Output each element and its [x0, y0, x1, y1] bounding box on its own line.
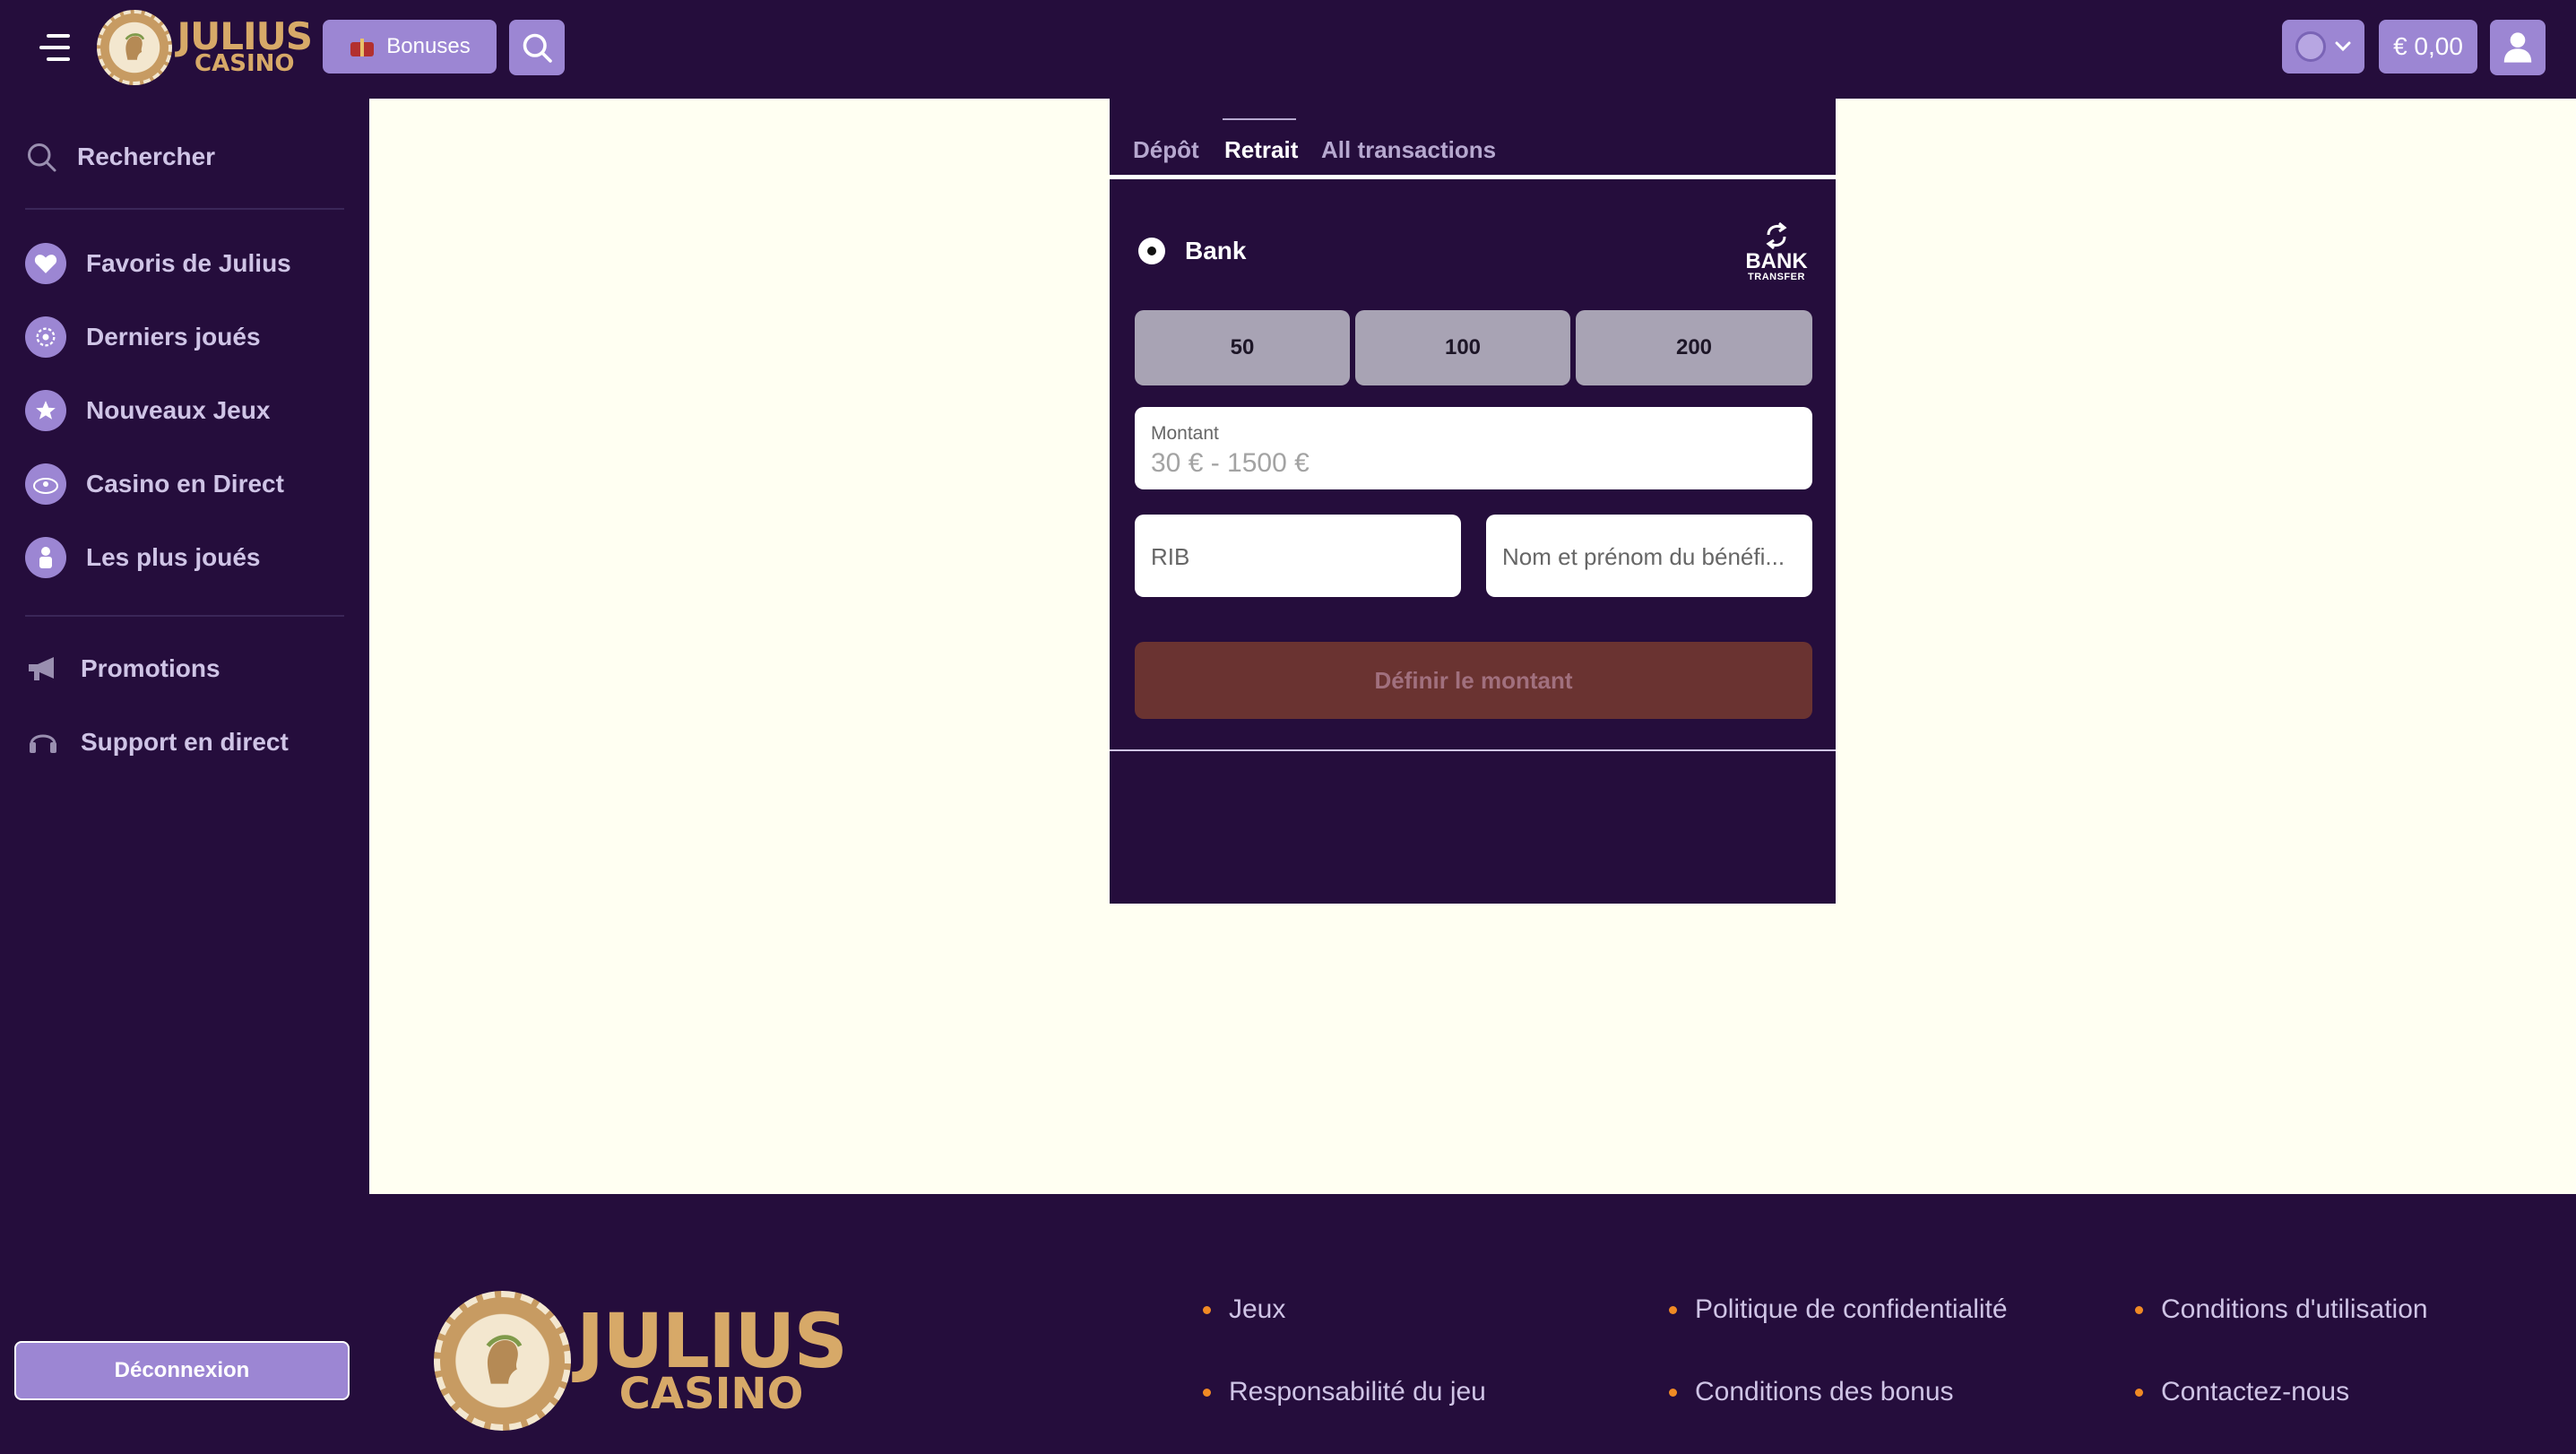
- sidebar-item-nouveaux-jeux[interactable]: Nouveaux Jeux: [25, 387, 270, 434]
- footer-link-politique[interactable]: Politique de confidentialité: [1669, 1294, 2008, 1325]
- sidebar-item-label: Support en direct: [81, 728, 289, 756]
- language-selector[interactable]: [2282, 20, 2364, 74]
- footer: JULIUS CASINO Jeux Politique de confiden…: [369, 1194, 2576, 1454]
- live-casino-icon: [25, 463, 66, 505]
- sidebar-item-promotions[interactable]: Promotions: [25, 645, 220, 692]
- search-icon: [523, 33, 552, 63]
- footer-link-contact[interactable]: Contactez-nous: [2135, 1377, 2349, 1407]
- sidebar-item-label: Nouveaux Jeux: [86, 396, 271, 424]
- cashier-panel: Dépôt Retrait All transactions Bank BANK…: [1110, 99, 1836, 904]
- sidebar-item-label: Derniers joués: [86, 323, 261, 351]
- search-icon: [28, 143, 56, 172]
- amount-100-button[interactable]: 100: [1355, 310, 1570, 385]
- sidebar-item-label: Les plus joués: [86, 543, 261, 571]
- footer-logo-line2: CASINO: [618, 1369, 804, 1420]
- sidebar-item-label: Promotions: [81, 654, 220, 682]
- megaphone-icon: [25, 651, 61, 687]
- bank-transfer-logo: BANK TRANSFER: [1742, 221, 1811, 282]
- tab-depot[interactable]: Dépôt: [1133, 136, 1199, 173]
- bullet-icon: [1669, 1388, 1677, 1397]
- sidebar-search[interactable]: Rechercher: [25, 134, 215, 179]
- amount-200-button[interactable]: 200: [1576, 310, 1812, 385]
- footer-link-conditions-bonus[interactable]: Conditions des bonus: [1669, 1377, 1954, 1407]
- recent-icon: [25, 316, 66, 358]
- footer-julius-casino-logo[interactable]: JULIUS CASINO: [434, 1289, 848, 1432]
- menu-icon[interactable]: [39, 34, 70, 61]
- sidebar-item-casino-en-direct[interactable]: Casino en Direct: [25, 461, 284, 507]
- method-label: Bank: [1185, 237, 1247, 264]
- sidebar-item-label: Favoris de Julius: [86, 249, 291, 277]
- logo-line1: JULIUS: [177, 14, 313, 59]
- footer-link-label: Responsabilité du jeu: [1229, 1377, 1486, 1406]
- sidebar-item-label: Casino en Direct: [86, 470, 284, 498]
- rib-placeholder: RIB: [1151, 543, 1190, 570]
- globe-icon: [2295, 31, 2326, 62]
- transfer-arrows-icon: [1766, 221, 1787, 249]
- footer-link-label: Contactez-nous: [2161, 1377, 2350, 1406]
- bullet-icon: [2135, 1388, 2143, 1397]
- sidebar-item-derniers-joues[interactable]: Derniers joués: [25, 314, 261, 360]
- amount-50-button[interactable]: 50: [1135, 310, 1350, 385]
- montant-label: Montant: [1151, 423, 1219, 444]
- panel-divider: [1110, 749, 1836, 751]
- bullet-icon: [2135, 1305, 2143, 1314]
- star-icon: [25, 390, 66, 431]
- sidebar-item-les-plus-joues[interactable]: Les plus joués: [25, 534, 261, 581]
- rib-input[interactable]: RIB: [1135, 515, 1461, 597]
- footer-link-label: Conditions d'utilisation: [2161, 1294, 2428, 1324]
- define-amount-button[interactable]: Définir le montant: [1135, 642, 1812, 719]
- chevron-down-icon: [2335, 41, 2351, 52]
- bullet-icon: [1203, 1305, 1211, 1314]
- logo-line2: CASINO: [194, 50, 295, 78]
- sidebar-item-support[interactable]: Support en direct: [25, 719, 289, 766]
- footer-link-label: Jeux: [1229, 1294, 1286, 1324]
- tab-retrait[interactable]: Retrait: [1224, 136, 1298, 173]
- bank-logo-line1: BANK: [1745, 248, 1808, 273]
- top-header: JULIUS CASINO Bonuses € 0,00: [0, 0, 2576, 99]
- heart-icon: [25, 243, 66, 284]
- footer-link-label: Politique de confidentialité: [1695, 1294, 2008, 1324]
- caesar-coin-icon: [97, 10, 172, 85]
- caesar-coin-icon: [434, 1291, 572, 1431]
- header-search-button[interactable]: [509, 20, 565, 75]
- sidebar-divider: [25, 208, 344, 210]
- cashier-tabs: Dépôt Retrait All transactions: [1110, 99, 1836, 179]
- montant-placeholder: 30 € - 1500 €: [1151, 448, 1310, 478]
- balance-button[interactable]: € 0,00: [2379, 20, 2477, 74]
- sidebar-search-label: Rechercher: [77, 143, 216, 170]
- footer-link-responsabilite[interactable]: Responsabilité du jeu: [1203, 1377, 1486, 1407]
- montant-input[interactable]: Montant 30 € - 1500 €: [1135, 407, 1812, 489]
- bonuses-label: Bonuses: [386, 34, 471, 58]
- footer-link-jeux[interactable]: Jeux: [1203, 1294, 1285, 1325]
- bonuses-button[interactable]: Bonuses: [323, 20, 497, 74]
- sidebar-item-favoris[interactable]: Favoris de Julius: [25, 240, 291, 287]
- beneficiary-placeholder: Nom et prénom du bénéfi...: [1502, 543, 1785, 570]
- logout-button[interactable]: Déconnexion: [14, 1341, 350, 1400]
- user-account-button[interactable]: [2490, 20, 2546, 75]
- preset-amounts: 50 100 200: [1135, 310, 1812, 385]
- bank-radio[interactable]: [1138, 238, 1165, 264]
- payment-method-row: Bank BANK TRANSFER: [1138, 215, 1811, 287]
- footer-logo-line1: JULIUS: [576, 1296, 848, 1385]
- sidebar: Rechercher Favoris de Julius Derniers jo…: [0, 99, 369, 1192]
- footer-link-label: Conditions des bonus: [1695, 1377, 1954, 1406]
- julius-casino-logo[interactable]: JULIUS CASINO: [97, 9, 313, 86]
- bullet-icon: [1669, 1305, 1677, 1314]
- gift-icon: [349, 37, 376, 56]
- bank-method-option[interactable]: Bank: [1138, 237, 1246, 265]
- headset-icon: [25, 724, 61, 760]
- active-tab-indicator: [1223, 118, 1296, 120]
- user-icon: [2503, 32, 2532, 63]
- main-content: Dépôt Retrait All transactions Bank BANK…: [369, 99, 2576, 1194]
- popular-icon: [25, 537, 66, 578]
- sidebar-divider: [25, 615, 344, 617]
- tab-all-transactions[interactable]: All transactions: [1321, 136, 1496, 173]
- bullet-icon: [1203, 1388, 1211, 1397]
- bank-logo-line2: TRANSFER: [1748, 271, 1805, 282]
- footer-link-conditions-utilisation[interactable]: Conditions d'utilisation: [2135, 1294, 2428, 1325]
- beneficiary-name-input[interactable]: Nom et prénom du bénéfi...: [1486, 515, 1812, 597]
